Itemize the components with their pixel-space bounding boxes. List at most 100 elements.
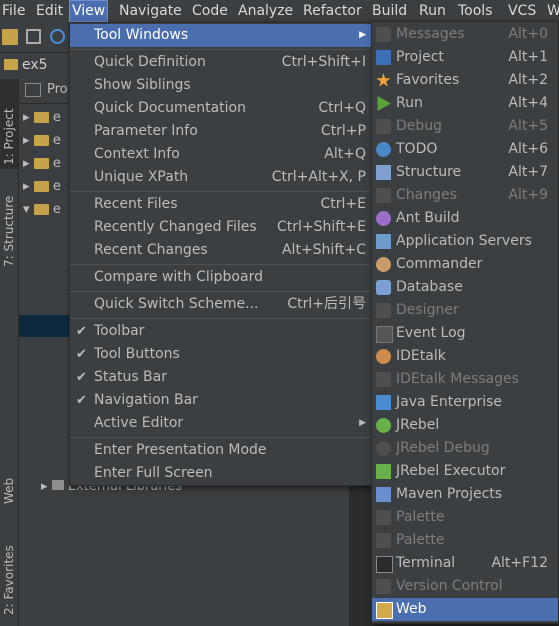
- menu-file[interactable]: File: [0, 1, 27, 21]
- tool-window-item-structure[interactable]: Structure Alt+7: [372, 161, 558, 184]
- tool-window-item-idetalk[interactable]: IDEtalk: [372, 345, 558, 368]
- tool-window-item-favorites[interactable]: Favorites Alt+2: [372, 69, 558, 92]
- menu-item-label: IDEtalk Messages: [396, 371, 519, 387]
- view-menu-item-active-editor[interactable]: Active Editor ▶: [70, 412, 372, 435]
- view-menu-item-toolbar[interactable]: ✔ Toolbar: [70, 320, 372, 343]
- tool-window-item-designer[interactable]: Designer: [372, 299, 558, 322]
- menu-item-shortcut: Alt+Q: [324, 146, 366, 162]
- save-icon[interactable]: [26, 29, 41, 44]
- menu-item-label: Ant Build: [396, 210, 460, 226]
- tool-window-item-messages[interactable]: Messages Alt+0: [372, 23, 558, 46]
- menu-window[interactable]: W: [545, 1, 559, 21]
- tool-window-item-debug[interactable]: Debug Alt+5: [372, 115, 558, 138]
- view-menu-item-unique-xpath[interactable]: Unique XPath Ctrl+Alt+X, P: [70, 166, 372, 189]
- structure-tool-tab[interactable]: 7: Structure: [0, 179, 18, 269]
- menu-item-shortcut: Ctrl+E: [320, 196, 367, 212]
- menu-item-label: Parameter Info: [94, 123, 198, 139]
- view-menu-item-show-siblings[interactable]: Show Siblings: [70, 74, 372, 97]
- view-menu-item-quick-switch-scheme[interactable]: Quick Switch Scheme... Ctrl+后引号: [70, 293, 372, 316]
- folder-icon: [33, 204, 49, 215]
- menu-item-shortcut: Ctrl+Q: [318, 100, 366, 116]
- tree-row[interactable]: ▸ e: [23, 152, 61, 175]
- view-menu-item-enter-full-screen[interactable]: Enter Full Screen: [70, 462, 372, 485]
- view-menu-item-status-bar[interactable]: ✔ Status Bar: [70, 366, 372, 389]
- tool-window-item-changes[interactable]: Changes Alt+9: [372, 184, 558, 207]
- menu-item-shortcut: Alt+F12: [491, 555, 548, 571]
- view-menu-item-recent-changes[interactable]: Recent Changes Alt+Shift+C: [70, 239, 372, 262]
- view-menu-item-parameter-info[interactable]: Parameter Info Ctrl+P: [70, 120, 372, 143]
- tool-window-item-application-servers[interactable]: Application Servers: [372, 230, 558, 253]
- sync-icon[interactable]: [50, 29, 65, 44]
- web-tool-tab[interactable]: Web: [0, 464, 18, 514]
- tool-window-item-java-enterprise[interactable]: Java Enterprise: [372, 391, 558, 414]
- folder-icon: [33, 158, 49, 169]
- menu-item-shortcut: Alt+0: [508, 26, 548, 42]
- view-menu-item-context-info[interactable]: Context Info Alt+Q: [70, 143, 372, 166]
- view-menu-item-enter-presentation-mode[interactable]: Enter Presentation Mode: [70, 439, 372, 462]
- project-tool-tab[interactable]: 1: Project: [0, 79, 18, 169]
- tool-window-item-project[interactable]: Project Alt+1: [372, 46, 558, 69]
- menu-code[interactable]: Code: [190, 1, 230, 21]
- menu-item-shortcut: Ctrl+Shift+I: [281, 54, 366, 70]
- menu-item-shortcut: Alt+7: [508, 164, 548, 180]
- view-menu-item-recently-changed-files[interactable]: Recently Changed Files Ctrl+Shift+E: [70, 216, 372, 239]
- tool-windows-submenu: Messages Alt+0 Project Alt+1 Favorites Alt+2 R…: [371, 21, 559, 624]
- menu-refactor[interactable]: Refactor: [301, 1, 364, 21]
- menu-item-label: Tool Windows: [94, 27, 189, 43]
- jrebel-icon: [376, 418, 391, 433]
- tool-window-item-commander[interactable]: Commander: [372, 253, 558, 276]
- messages-icon: [376, 27, 391, 42]
- tree-row[interactable]: ▾ e: [23, 198, 61, 221]
- menu-build[interactable]: Build: [370, 1, 409, 21]
- menu-item-label: Project: [396, 49, 444, 65]
- tool-window-item-palette[interactable]: Palette: [372, 529, 558, 552]
- tool-window-item-database[interactable]: Database: [372, 276, 558, 299]
- vcs-icon: [376, 579, 391, 594]
- tool-window-item-todo[interactable]: TODO Alt+6: [372, 138, 558, 161]
- tool-window-item-jrebel-executor[interactable]: JRebel Executor: [372, 460, 558, 483]
- view-menu-item-tool-windows[interactable]: Tool Windows ▶: [70, 24, 372, 47]
- tree-row[interactable]: ▸ e: [23, 129, 61, 152]
- tool-window-item-idetalk-messages[interactable]: IDEtalk Messages: [372, 368, 558, 391]
- project-tab-label: 1: Project: [2, 108, 16, 165]
- menu-separator: [70, 264, 372, 265]
- view-menu-item-compare-with-clipboard[interactable]: Compare with Clipboard: [70, 266, 372, 289]
- libraries-icon: [51, 480, 64, 490]
- menu-item-label: Show Siblings: [94, 77, 191, 93]
- view-menu-item-quick-definition[interactable]: Quick Definition Ctrl+Shift+I: [70, 51, 372, 74]
- breadcrumb-project[interactable]: ex5: [22, 57, 48, 73]
- tool-window-item-web[interactable]: Web: [372, 598, 558, 621]
- tool-window-item-jrebel[interactable]: JRebel: [372, 414, 558, 437]
- tool-window-item-palette[interactable]: Palette: [372, 506, 558, 529]
- view-menu-item-navigation-bar[interactable]: ✔ Navigation Bar: [70, 389, 372, 412]
- menu-tools[interactable]: Tools: [456, 1, 495, 21]
- favorites-tool-tab[interactable]: 2: Favorites: [0, 529, 18, 619]
- open-folder-icon[interactable]: [2, 29, 18, 45]
- menu-navigate[interactable]: Navigate: [117, 1, 184, 21]
- menu-item-shortcut: Alt+2: [508, 72, 548, 88]
- database-icon: [376, 280, 391, 295]
- tool-window-item-terminal[interactable]: Terminal Alt+F12: [372, 552, 558, 575]
- tool-window-item-run[interactable]: Run Alt+4: [372, 92, 558, 115]
- menu-separator: [70, 191, 372, 192]
- view-menu-item-quick-documentation[interactable]: Quick Documentation Ctrl+Q: [70, 97, 372, 120]
- menu-item-label: Status Bar: [94, 369, 168, 385]
- tool-window-item-event-log[interactable]: Event Log: [372, 322, 558, 345]
- menu-edit[interactable]: Edit: [34, 1, 65, 21]
- debug-icon: [376, 119, 391, 134]
- menu-view[interactable]: View: [68, 0, 109, 22]
- maven-icon: [376, 487, 391, 502]
- view-menu-item-tool-buttons[interactable]: ✔ Tool Buttons: [70, 343, 372, 366]
- folder-icon: [4, 59, 18, 70]
- tool-window-item-maven-projects[interactable]: Maven Projects: [372, 483, 558, 506]
- tree-row[interactable]: ▸ e: [23, 106, 61, 129]
- menu-analyze[interactable]: Analyze: [236, 1, 295, 21]
- tree-row[interactable]: ▸ e: [23, 175, 61, 198]
- menu-vcs[interactable]: VCS: [506, 1, 538, 21]
- tool-window-item-ant-build[interactable]: Ant Build: [372, 207, 558, 230]
- view-menu-item-recent-files[interactable]: Recent Files Ctrl+E: [70, 193, 372, 216]
- menu-run[interactable]: Run: [417, 1, 448, 21]
- tool-window-item-version-control[interactable]: Version Control: [372, 575, 558, 598]
- tool-window-item-jrebel-debug[interactable]: JRebel Debug: [372, 437, 558, 460]
- project-panel-title: Pro: [47, 82, 68, 97]
